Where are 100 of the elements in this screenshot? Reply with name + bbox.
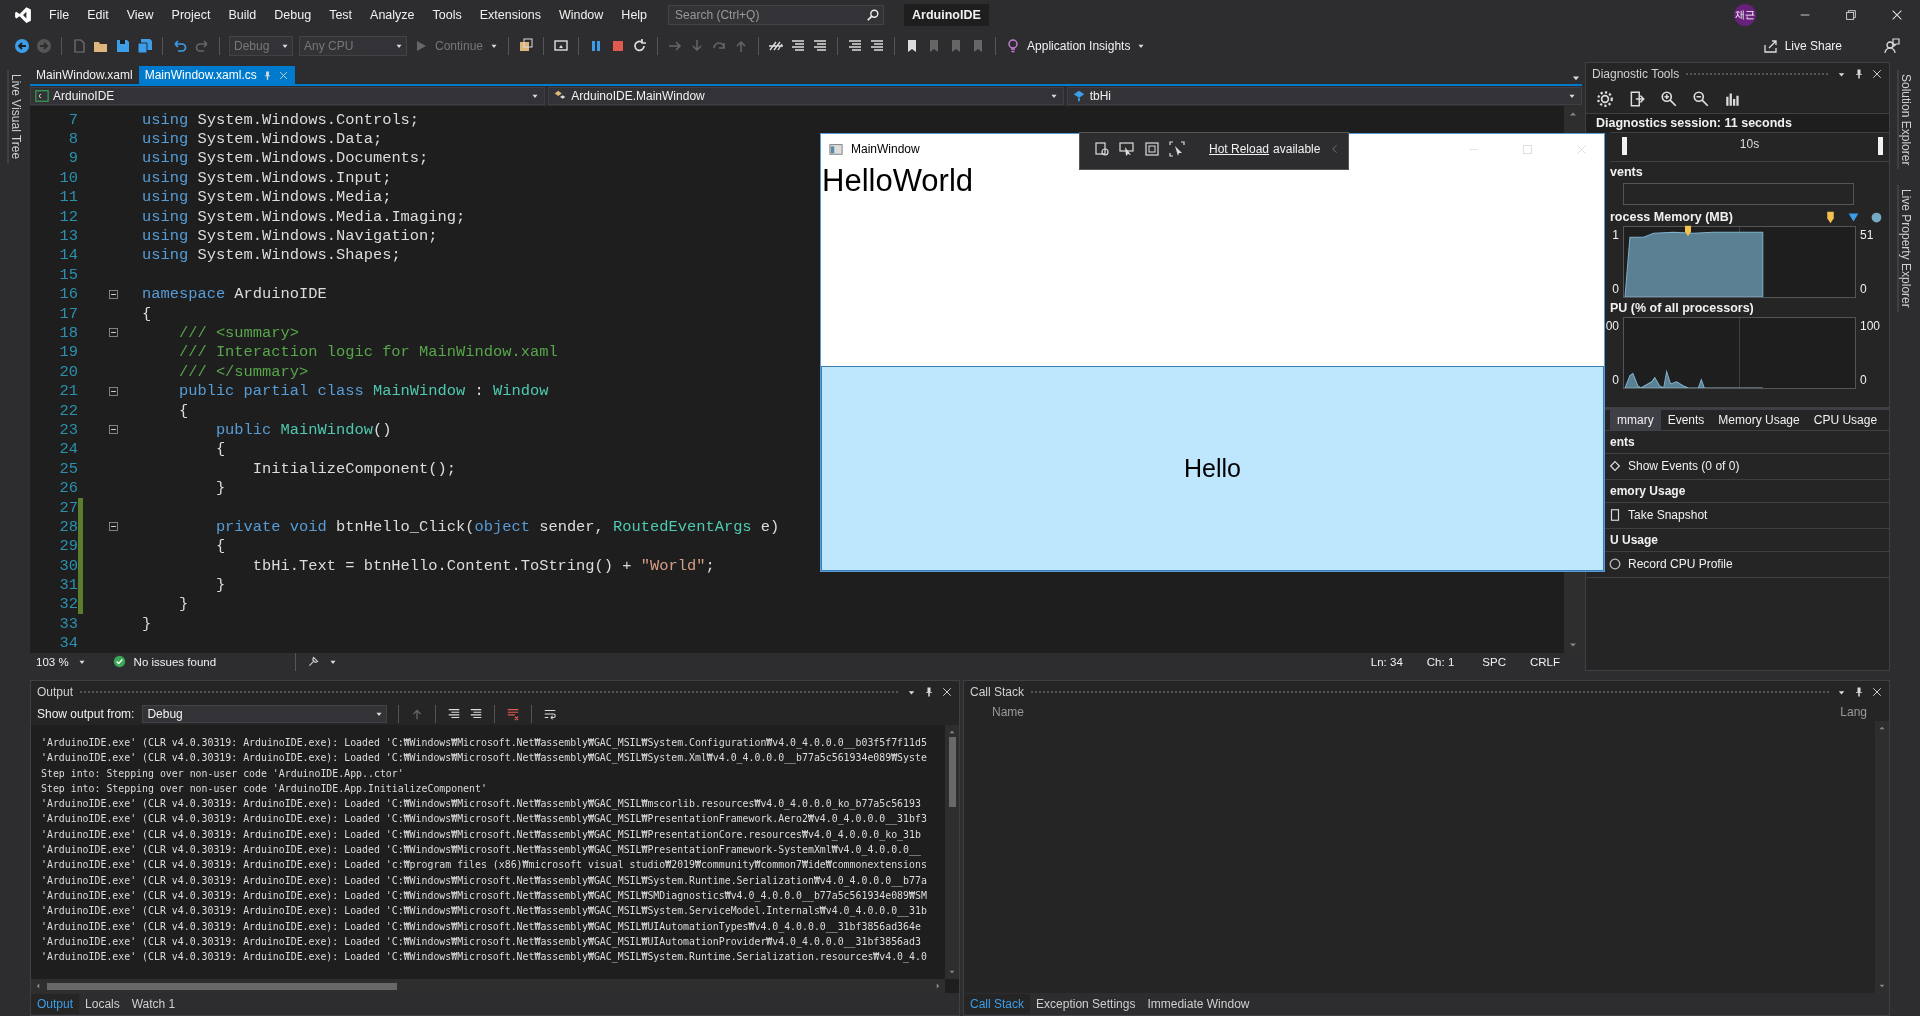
list-icon[interactable] bbox=[812, 38, 829, 54]
menu-item[interactable]: Window bbox=[549, 0, 613, 30]
zoom-in-icon[interactable] bbox=[1660, 90, 1678, 108]
panel-tab[interactable]: mmary bbox=[1610, 410, 1661, 430]
frame-icon[interactable] bbox=[1144, 141, 1160, 157]
panel-tab[interactable]: CPU Usage bbox=[1806, 410, 1885, 430]
clear-icon[interactable] bbox=[506, 707, 521, 721]
menu-item[interactable]: View bbox=[117, 0, 163, 30]
side-tab[interactable]: Solution Explorer bbox=[1897, 70, 1913, 170]
list-icon[interactable] bbox=[469, 707, 484, 721]
close-icon[interactable] bbox=[1890, 8, 1904, 22]
new-file-icon[interactable] bbox=[71, 38, 87, 54]
side-tab[interactable]: Live Visual Tree bbox=[7, 70, 23, 164]
member-dropdown[interactable]: tbHi bbox=[1066, 87, 1582, 105]
word-wrap-icon[interactable] bbox=[543, 707, 558, 721]
menu-item[interactable]: Edit bbox=[78, 0, 118, 30]
source-label: Show output from: bbox=[37, 707, 135, 721]
list-icon[interactable] bbox=[869, 38, 886, 54]
account-avatar[interactable]: 채근 bbox=[1734, 4, 1756, 26]
list-icon[interactable] bbox=[847, 38, 864, 54]
pin-icon[interactable] bbox=[1853, 686, 1865, 698]
back-icon[interactable] bbox=[14, 38, 30, 54]
close-icon[interactable] bbox=[1871, 68, 1883, 80]
settings-icon[interactable] bbox=[1596, 90, 1614, 108]
menu-item[interactable]: Test bbox=[320, 0, 362, 30]
collapse-icon[interactable] bbox=[106, 520, 120, 534]
menu-item[interactable]: Debug bbox=[265, 0, 321, 30]
panel-tab[interactable]: Locals bbox=[79, 994, 126, 1014]
csharp-icon[interactable] bbox=[35, 89, 49, 103]
screen-icon[interactable] bbox=[553, 38, 570, 54]
collapse-icon[interactable] bbox=[106, 326, 120, 340]
save-icon[interactable] bbox=[115, 38, 131, 54]
range-handle[interactable] bbox=[1878, 137, 1883, 155]
bar-chart-icon[interactable] bbox=[1724, 90, 1742, 108]
action-link[interactable]: Show Events (0 of 0) bbox=[1628, 459, 1740, 473]
menu-item[interactable]: Tools bbox=[423, 0, 471, 30]
menu-item[interactable]: Project bbox=[162, 0, 220, 30]
panel-tab[interactable]: Events bbox=[1660, 410, 1712, 430]
diamond-icon[interactable] bbox=[1608, 459, 1622, 473]
collapse-icon[interactable] bbox=[106, 384, 120, 398]
list-icon[interactable] bbox=[790, 38, 807, 54]
collapse-icon[interactable] bbox=[106, 287, 120, 301]
select-icon[interactable] bbox=[1119, 141, 1135, 157]
restore-icon[interactable] bbox=[1844, 8, 1858, 22]
code-line: using System.Windows.Navigation; bbox=[142, 227, 438, 246]
pin-icon[interactable] bbox=[1853, 68, 1865, 80]
range-handle[interactable] bbox=[1622, 137, 1627, 155]
issues-status[interactable]: No issues found bbox=[133, 655, 217, 668]
brush-icon[interactable] bbox=[307, 655, 321, 669]
menu-item[interactable]: File bbox=[40, 0, 79, 30]
snapshot-icon[interactable] bbox=[1608, 508, 1622, 522]
type-dropdown[interactable]: ArduinoIDE.MainWindow bbox=[548, 87, 1064, 105]
record-icon[interactable] bbox=[1608, 557, 1622, 571]
panel-tab[interactable]: Output bbox=[31, 994, 80, 1014]
close-icon[interactable] bbox=[1871, 686, 1883, 698]
collapse-icon[interactable] bbox=[106, 423, 120, 437]
column-header[interactable]: Lang bbox=[1840, 705, 1867, 719]
scroll-thumb[interactable] bbox=[47, 982, 397, 990]
live-share-button[interactable]: Live Share bbox=[1784, 39, 1842, 53]
panel-tab[interactable]: Watch 1 bbox=[125, 994, 182, 1014]
panel-tab[interactable]: Exception Settings bbox=[1030, 994, 1142, 1014]
action-link[interactable]: Record CPU Profile bbox=[1628, 557, 1733, 571]
share-icon[interactable] bbox=[1762, 38, 1779, 54]
zoom-level[interactable]: 103 % bbox=[36, 655, 69, 668]
editor-tab[interactable]: MainWindow.xaml bbox=[30, 66, 139, 84]
field-icon[interactable] bbox=[1071, 89, 1086, 103]
menu-item[interactable]: Build bbox=[219, 0, 266, 30]
search-icon[interactable] bbox=[866, 8, 881, 22]
redo-icon[interactable] bbox=[194, 38, 210, 54]
pin-icon[interactable] bbox=[923, 686, 935, 698]
menu-item[interactable]: Extensions bbox=[470, 0, 550, 30]
close-icon[interactable] bbox=[941, 686, 953, 698]
tree-icon[interactable] bbox=[1094, 141, 1110, 157]
menu-item[interactable]: Help bbox=[612, 0, 657, 30]
section-title: vents bbox=[1610, 165, 1643, 179]
project-dropdown[interactable]: ArduinoIDE bbox=[30, 87, 546, 105]
panel-tab[interactable]: Immediate Window bbox=[1141, 994, 1256, 1014]
line-number: 26 bbox=[58, 479, 78, 498]
cursor-icon[interactable] bbox=[1169, 141, 1185, 157]
folder-icon[interactable] bbox=[518, 38, 535, 54]
search-field[interactable]: Search (Ctrl+Q) bbox=[668, 5, 885, 25]
menu-item[interactable]: Analyze bbox=[361, 0, 424, 30]
undo-icon[interactable] bbox=[172, 38, 188, 54]
hot-reload-link[interactable]: Hot Reload bbox=[1209, 142, 1270, 156]
column-header[interactable]: Name bbox=[992, 705, 1024, 719]
panel-tab[interactable]: Memory Usage bbox=[1711, 410, 1807, 430]
feedback-icon[interactable] bbox=[1884, 38, 1900, 54]
insights-button[interactable]: Application Insights bbox=[1027, 39, 1131, 53]
export-icon[interactable] bbox=[1628, 90, 1646, 108]
restart-icon[interactable] bbox=[632, 38, 649, 54]
line-ending-indicator: CRLF bbox=[1529, 655, 1560, 668]
save-all-icon[interactable] bbox=[137, 38, 153, 54]
hello-button[interactable]: Hello bbox=[821, 366, 1604, 571]
list-icon[interactable] bbox=[447, 707, 462, 721]
side-tab[interactable]: Live Property Explorer bbox=[1897, 185, 1913, 313]
source-dropdown[interactable]: Debug bbox=[142, 705, 388, 723]
zoom-out-icon[interactable] bbox=[1692, 90, 1710, 108]
scroll-thumb[interactable] bbox=[948, 737, 956, 807]
panel-tab[interactable]: Call Stack bbox=[964, 994, 1031, 1014]
action-link[interactable]: Take Snapshot bbox=[1628, 508, 1708, 522]
